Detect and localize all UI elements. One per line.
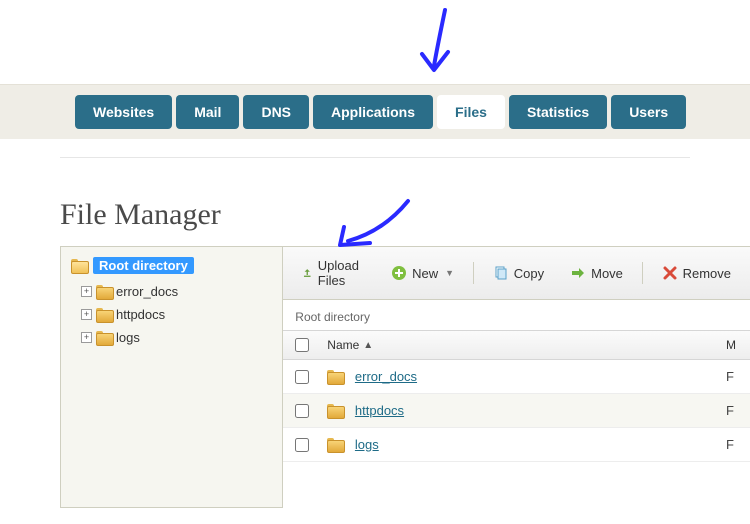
copy-button[interactable]: Copy: [482, 260, 555, 286]
toolbar: Upload Files New ▼ Copy Move Remove: [283, 247, 750, 300]
row-m-cell: F: [722, 394, 750, 427]
row-checkbox[interactable]: [295, 404, 309, 418]
tab-statistics[interactable]: Statistics: [509, 95, 607, 129]
tree-root-label: Root directory: [93, 257, 194, 274]
folder-icon: [327, 370, 343, 383]
remove-button[interactable]: Remove: [651, 260, 742, 286]
tree-item-label: httpdocs: [116, 307, 165, 322]
tree-item-label: logs: [116, 330, 140, 345]
move-icon: [570, 265, 586, 281]
folder-icon: [96, 331, 112, 344]
chevron-down-icon: ▼: [445, 268, 454, 278]
folder-icon: [96, 285, 112, 298]
row-checkbox[interactable]: [295, 438, 309, 452]
column-name-label: Name: [327, 338, 359, 352]
select-all-checkbox[interactable]: [295, 338, 309, 352]
column-header-name[interactable]: Name ▲: [321, 331, 722, 359]
expand-icon[interactable]: +: [81, 286, 92, 297]
tree-item-error-docs[interactable]: + error_docs: [81, 280, 274, 303]
tree-item-label: error_docs: [116, 284, 178, 299]
folder-tree: Root directory + error_docs + httpdocs +…: [60, 246, 283, 508]
divider: [60, 157, 690, 158]
tab-files[interactable]: Files: [437, 95, 505, 129]
remove-label: Remove: [683, 266, 731, 281]
remove-icon: [662, 265, 678, 281]
folder-icon: [96, 308, 112, 321]
move-label: Move: [591, 266, 623, 281]
tree-item-logs[interactable]: + logs: [81, 326, 274, 349]
file-list-panel: Upload Files New ▼ Copy Move Remove R: [283, 246, 750, 508]
new-label: New: [412, 266, 438, 281]
breadcrumb: Root directory: [283, 300, 750, 330]
file-link-error-docs[interactable]: error_docs: [355, 369, 417, 384]
copy-icon: [493, 265, 509, 281]
plus-icon: [391, 265, 407, 281]
upload-icon: [302, 265, 312, 281]
move-button[interactable]: Move: [559, 260, 634, 286]
table-row: error_docs F: [283, 360, 750, 394]
table-row: httpdocs F: [283, 394, 750, 428]
file-link-logs[interactable]: logs: [355, 437, 379, 452]
file-link-httpdocs[interactable]: httpdocs: [355, 403, 404, 418]
new-button[interactable]: New ▼: [380, 260, 465, 286]
grid-header: Name ▲ M: [283, 330, 750, 360]
tab-users[interactable]: Users: [611, 95, 686, 129]
upload-files-button[interactable]: Upload Files: [291, 253, 376, 293]
toolbar-divider: [473, 262, 474, 284]
row-checkbox[interactable]: [295, 370, 309, 384]
folder-icon: [327, 438, 343, 451]
row-m-cell: F: [722, 428, 750, 461]
sort-asc-icon: ▲: [363, 340, 373, 351]
toolbar-divider: [642, 262, 643, 284]
folder-icon: [327, 404, 343, 417]
upload-files-label: Upload Files: [318, 258, 365, 288]
tab-mail[interactable]: Mail: [176, 95, 239, 129]
top-nav: Websites Mail DNS Applications Files Sta…: [0, 84, 750, 139]
row-m-cell: F: [722, 360, 750, 393]
page-title: File Manager: [60, 198, 750, 232]
expand-icon[interactable]: +: [81, 332, 92, 343]
tab-applications[interactable]: Applications: [313, 95, 433, 129]
tab-dns[interactable]: DNS: [243, 95, 309, 129]
column-header-m[interactable]: M: [722, 331, 750, 359]
expand-icon[interactable]: +: [81, 309, 92, 320]
tree-item-httpdocs[interactable]: + httpdocs: [81, 303, 274, 326]
tab-websites[interactable]: Websites: [75, 95, 172, 129]
copy-label: Copy: [514, 266, 544, 281]
folder-open-icon: [71, 259, 87, 272]
table-row: logs F: [283, 428, 750, 462]
tree-root[interactable]: Root directory: [69, 257, 274, 274]
